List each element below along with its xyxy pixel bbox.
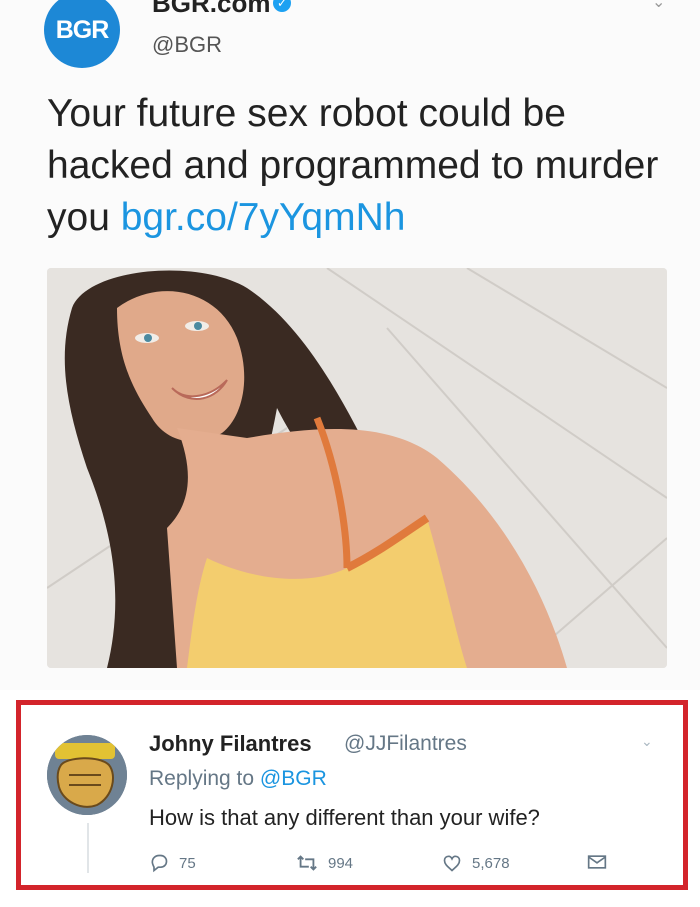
tweet-image[interactable]: [47, 268, 667, 668]
reply-button[interactable]: 75: [149, 853, 196, 873]
tweet-text: Your future sex robot could be hacked an…: [47, 88, 667, 244]
thread-line: [87, 823, 89, 873]
dm-icon: [587, 855, 607, 869]
verified-icon: ✓: [273, 0, 291, 12]
handle[interactable]: @BGR: [152, 32, 222, 58]
retweet-icon: [297, 855, 317, 871]
like-icon: [443, 855, 461, 872]
tweet-link[interactable]: bgr.co/7yYqmNh: [121, 196, 406, 239]
reply-display-name[interactable]: Johny Filantres: [149, 731, 312, 757]
fist-avatar-illustration: [47, 735, 127, 815]
retweet-count: 994: [328, 854, 354, 872]
replying-prefix: Replying to: [149, 767, 260, 790]
photo-illustration: [47, 268, 667, 668]
avatar[interactable]: BGR: [44, 0, 120, 68]
reply-count: 75: [179, 854, 196, 872]
tweet-card: BGR BGR.com ✓ @BGR ⌄ Your future sex rob…: [0, 0, 700, 690]
action-bar: 75 994 5,678: [149, 853, 609, 875]
like-count: 5,678: [472, 854, 510, 872]
like-button[interactable]: 5,678: [442, 853, 510, 873]
retweet-button[interactable]: 994: [296, 853, 353, 873]
display-name[interactable]: BGR.com: [152, 0, 270, 19]
avatar-label: BGR: [55, 15, 110, 44]
dm-button[interactable]: [587, 853, 607, 871]
replying-to: Replying to @BGR: [149, 767, 327, 791]
reply-icon: [151, 854, 168, 873]
replying-to-link[interactable]: @BGR: [260, 767, 327, 790]
reply-text: How is that any different than your wife…: [149, 805, 540, 830]
highlighted-reply: Johny Filantres @JJFilantres ⌄ Replying …: [16, 700, 688, 890]
chevron-down-icon[interactable]: ⌄: [652, 0, 665, 12]
avatar[interactable]: [47, 735, 127, 815]
reply-handle[interactable]: @JJFilantres: [344, 732, 467, 756]
chevron-down-icon[interactable]: ⌄: [641, 733, 653, 750]
